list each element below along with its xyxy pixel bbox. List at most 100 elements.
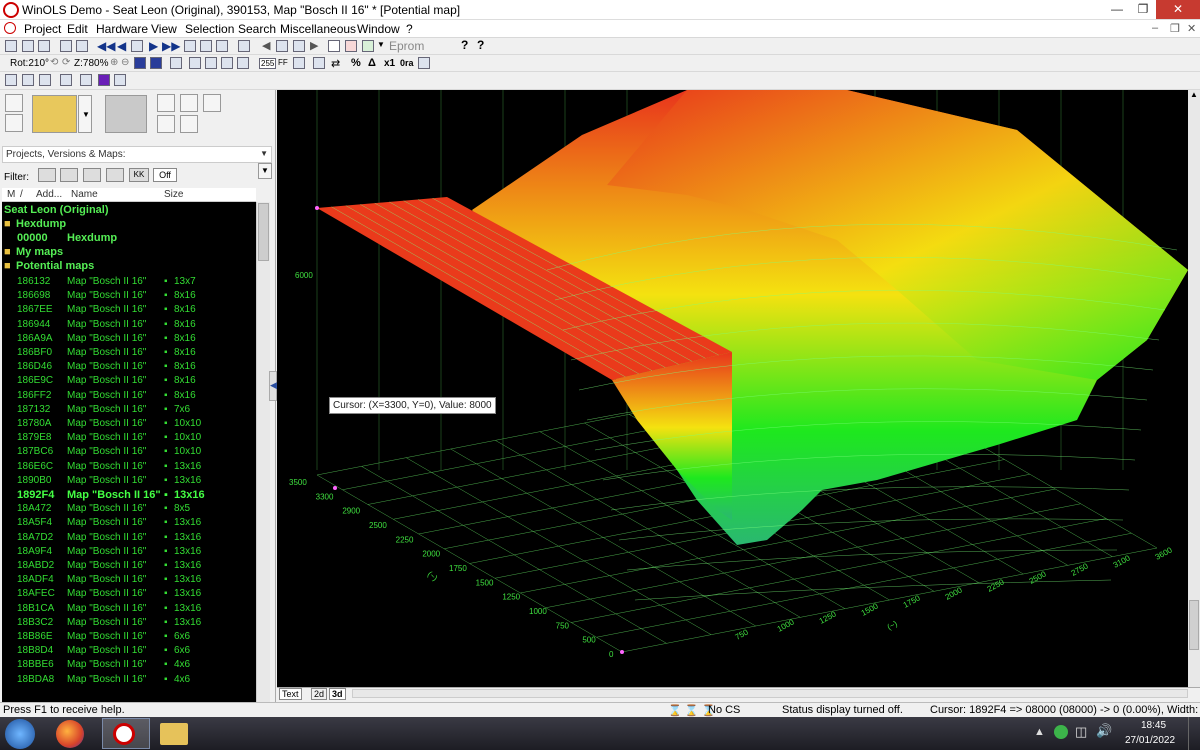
tray-volume-icon[interactable]: 🔊 (1096, 723, 1112, 739)
map-list-item[interactable]: 186698 Map "Bosch II 16" ▪ 8x16 (2, 289, 256, 303)
firefox-icon[interactable] (56, 720, 84, 748)
menu-project[interactable]: Project (24, 22, 61, 36)
panel-tool-1-icon[interactable] (157, 94, 175, 112)
scroll-up-icon[interactable]: ▲ (1190, 90, 1198, 99)
map-list-item[interactable]: 186A9A Map "Bosch II 16" ▪ 8x16 (2, 332, 256, 346)
context-help-icon[interactable]: ? (477, 38, 484, 52)
properties-icon[interactable] (184, 40, 196, 52)
view-mode-1-icon[interactable] (134, 57, 146, 69)
map-list-item[interactable]: 1892F4 Map "Bosch II 16" ▪ 13x16 (2, 488, 256, 502)
new-project-icon[interactable] (5, 94, 23, 112)
small-b-icon[interactable] (22, 74, 34, 86)
filter-off-button[interactable]: Off (153, 168, 177, 182)
show-desktop-button[interactable] (1188, 717, 1200, 750)
panel-tool-4-icon[interactable] (157, 115, 175, 133)
first-map-icon[interactable]: ◀◀ (97, 39, 115, 53)
map-list-item[interactable]: 1879E8 Map "Bosch II 16" ▪ 10x10 (2, 431, 256, 445)
map-list-item[interactable]: 18780A Map "Bosch II 16" ▪ 10x10 (2, 417, 256, 431)
map-list-item[interactable]: 18A5F4 Map "Bosch II 16" ▪ 13x16 (2, 516, 256, 530)
tree-folder-hexdump[interactable]: ■ Hexdump (2, 217, 256, 231)
original-button[interactable]: 0ra (400, 58, 414, 68)
hexdump-icon[interactable] (114, 74, 126, 86)
eprom-label[interactable]: Eprom (389, 39, 424, 53)
options-icon[interactable] (418, 57, 430, 69)
map-list-item[interactable]: 18B1CA Map "Bosch II 16" ▪ 13x16 (2, 602, 256, 616)
map-list-item[interactable]: 18A7D2 Map "Bosch II 16" ▪ 13x16 (2, 531, 256, 545)
delta-button[interactable]: Δ (368, 57, 376, 69)
format-32-icon[interactable] (221, 57, 233, 69)
filter-4-icon[interactable] (106, 168, 124, 182)
map-list-item[interactable]: 18AFEC Map "Bosch II 16" ▪ 13x16 (2, 587, 256, 601)
tray-expand-icon[interactable]: ▲ (1034, 726, 1045, 738)
bits-icon[interactable] (313, 57, 325, 69)
panel-tool-2-icon[interactable] (180, 94, 198, 112)
map-list-item[interactable]: 18BBE6 Map "Bosch II 16" ▪ 4x6 (2, 658, 256, 672)
menu-hardware[interactable]: Hardware (96, 22, 148, 36)
app-menu-icon[interactable] (4, 22, 16, 34)
map-list-item[interactable]: 18BDA8 Map "Bosch II 16" ▪ 4x6 (2, 673, 256, 687)
map-list-item[interactable]: 18ADF4 Map "Bosch II 16" ▪ 13x16 (2, 573, 256, 587)
hex-255-button[interactable]: 255 (259, 58, 277, 69)
format-16-icon[interactable] (205, 57, 217, 69)
back-icon[interactable]: ◀ (262, 39, 270, 52)
filter-kk-button[interactable]: KK (129, 168, 149, 182)
filter-2-icon[interactable] (60, 168, 78, 182)
grid-icon[interactable] (170, 57, 182, 69)
window-icon[interactable] (60, 40, 72, 52)
menu-help[interactable]: ? (406, 22, 413, 36)
close-button[interactable]: ✕ (1156, 0, 1200, 19)
tree-project[interactable]: Seat Leon (Original) (2, 203, 256, 217)
mdi-restore-icon[interactable]: ❐ (1170, 22, 1180, 35)
map-list-icon[interactable] (131, 40, 143, 52)
horizontal-scrollbar[interactable] (352, 689, 1188, 698)
format-8-icon[interactable] (189, 57, 201, 69)
rotate-right-icon[interactable]: ⟳ (62, 57, 70, 68)
map-list-item[interactable]: 18A472 Map "Bosch II 16" ▪ 8x5 (2, 502, 256, 516)
tree-folder-my-maps[interactable]: ■ My maps (2, 245, 256, 259)
small-d-icon[interactable] (60, 74, 72, 86)
eprom-icon[interactable] (362, 40, 374, 52)
checksum-icon[interactable] (328, 40, 340, 52)
explorer-icon[interactable] (160, 723, 188, 745)
panel-scroll-down-icon[interactable]: ▼ (258, 163, 272, 179)
rotate-left-icon[interactable]: ⟲ (50, 57, 58, 68)
hex-ff-button[interactable]: FF (278, 58, 288, 67)
col-m[interactable]: M (7, 189, 15, 200)
col-sort-icon[interactable]: / (20, 189, 23, 200)
color-mode-icon[interactable] (98, 74, 110, 86)
tree-item-hexdump[interactable]: 00000 Hexdump (2, 231, 256, 245)
print-icon[interactable] (38, 40, 50, 52)
format-float-icon[interactable] (237, 57, 249, 69)
panel-tool-5-icon[interactable] (180, 115, 198, 133)
menu-selection[interactable]: Selection (185, 22, 234, 36)
minimize-button[interactable]: — (1104, 0, 1130, 19)
eprom-dropdown-icon[interactable]: ▼ (377, 40, 385, 49)
save-icon[interactable] (22, 40, 34, 52)
help-icon[interactable]: ? (461, 38, 468, 52)
tray-security-icon[interactable] (1054, 725, 1068, 739)
col-address[interactable]: Add... (36, 189, 62, 200)
small-e-icon[interactable] (80, 74, 92, 86)
swap-icon[interactable]: ⇄ (331, 57, 340, 70)
tree-folder-potential-maps[interactable]: ■ Potential maps (2, 259, 256, 273)
compare-icon[interactable] (345, 40, 357, 52)
view-scrollbar[interactable]: ▲ (1188, 90, 1200, 687)
map-list-item[interactable]: 187132 Map "Bosch II 16" ▪ 7x6 (2, 403, 256, 417)
maximize-button[interactable]: ❐ (1130, 0, 1156, 19)
prev-map-icon[interactable]: ◀ (117, 39, 126, 53)
map-list-item[interactable]: 18B8D4 Map "Bosch II 16" ▪ 6x6 (2, 644, 256, 658)
menu-edit[interactable]: Edit (67, 22, 88, 36)
menu-search[interactable]: Search (238, 22, 276, 36)
map-list-item[interactable]: 186944 Map "Bosch II 16" ▪ 8x16 (2, 318, 256, 332)
signed-icon[interactable] (293, 57, 305, 69)
import-icon[interactable] (276, 40, 288, 52)
filter-1-icon[interactable] (38, 168, 56, 182)
map-list-item[interactable]: 186E6C Map "Bosch II 16" ▪ 13x16 (2, 460, 256, 474)
tray-network-icon[interactable]: ◫ (1075, 724, 1087, 740)
map-list-item[interactable]: 18A9F4 Map "Bosch II 16" ▪ 13x16 (2, 545, 256, 559)
open-folder-icon[interactable] (32, 95, 77, 133)
mdi-minimize-icon[interactable]: – (1152, 22, 1158, 34)
map-list-item[interactable]: 186FF2 Map "Bosch II 16" ▪ 8x16 (2, 389, 256, 403)
projects-combo[interactable]: Projects, Versions & Maps: ▼ (2, 146, 272, 163)
col-size[interactable]: Size (164, 189, 183, 200)
